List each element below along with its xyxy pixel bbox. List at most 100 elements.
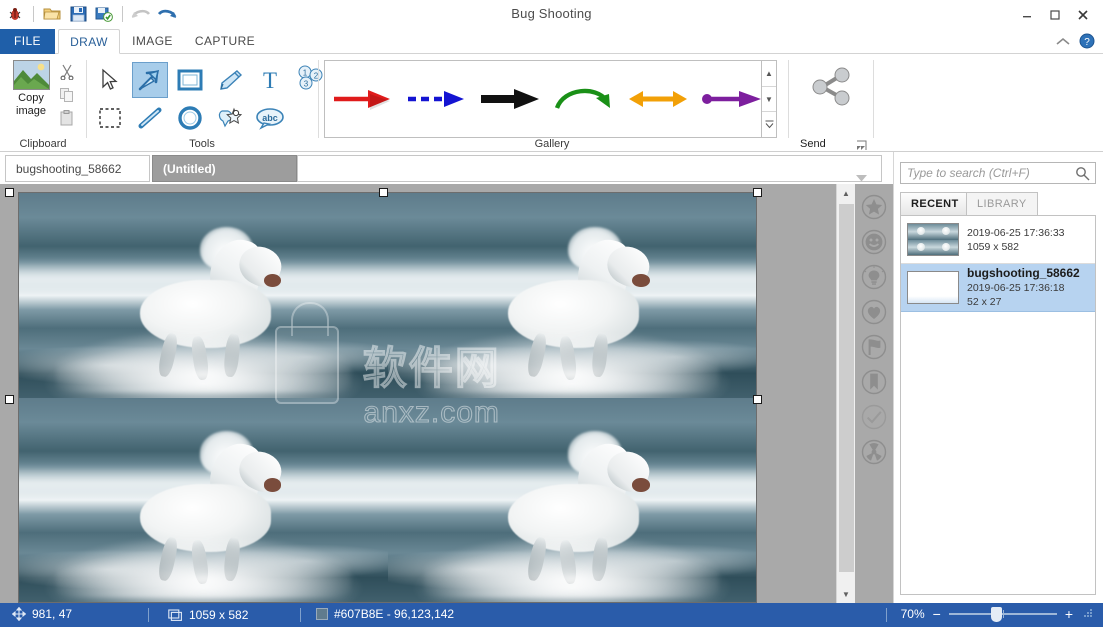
status-divider-1	[148, 608, 149, 622]
document-tab-bar: bugshooting_58662 (Untitled)	[0, 152, 893, 184]
group-gallery: ▲ ▼ Gallery	[324, 54, 780, 152]
gallery-item-green-curved-arrow[interactable]	[547, 69, 621, 129]
tab-library[interactable]: LIBRARY	[966, 192, 1038, 216]
paste-icon[interactable]	[56, 106, 78, 129]
search-input[interactable]: Type to search (Ctrl+F)	[900, 162, 1096, 184]
canvas-area[interactable]: 软件网 anxz.com	[0, 184, 836, 603]
stamp-tool[interactable]	[212, 100, 248, 136]
cursor-tool[interactable]	[92, 62, 128, 98]
gallery-item-purple-dot-arrow[interactable]	[695, 69, 769, 129]
list-item[interactable]: bugshooting_58662 2019-06-25 17:36:18 52…	[901, 264, 1095, 312]
canvas-vertical-scrollbar[interactable]: ▲ ▼	[836, 184, 855, 603]
arrow-tool[interactable]	[132, 62, 168, 98]
image-canvas[interactable]: 软件网 anxz.com	[18, 192, 757, 603]
selection-handle-middle-left[interactable]	[5, 395, 14, 404]
right-panel: Type to search (Ctrl+F) RECENT LIBRARY 2…	[893, 152, 1103, 603]
window-controls	[1013, 4, 1097, 26]
item-timestamp: 2019-06-25 17:36:18	[967, 281, 1080, 295]
sticker-rail	[855, 184, 893, 603]
svg-text:abc: abc	[262, 113, 278, 123]
tab-capture[interactable]: CAPTURE	[186, 29, 264, 54]
numbering-tool[interactable]: 123	[292, 60, 328, 96]
rectangle-tool[interactable]	[172, 62, 208, 98]
gallery-scrollbar[interactable]: ▲ ▼	[761, 61, 776, 137]
gallery-item-red-solid-arrow[interactable]	[325, 69, 399, 129]
group-label-clipboard: Clipboard	[0, 138, 86, 150]
group-label-tools: Tools	[86, 138, 318, 150]
tab-draw[interactable]: DRAW	[58, 29, 120, 54]
select-region-tool[interactable]	[92, 100, 128, 136]
svg-text:?: ?	[1084, 37, 1090, 48]
bookmark-icon[interactable]	[859, 367, 889, 397]
recent-list[interactable]: 2019-06-25 17:36:33 1059 x 582 bugshooti…	[900, 215, 1096, 595]
zoom-out-button[interactable]: −	[933, 607, 941, 621]
radiation-icon[interactable]	[859, 437, 889, 467]
selection-handle-top-left[interactable]	[5, 188, 14, 197]
collapse-ribbon-icon[interactable]	[1055, 35, 1071, 53]
scroll-up-icon[interactable]: ▲	[837, 184, 855, 202]
color-value-text: #607B8E - 96,123,142	[334, 607, 454, 621]
maximize-icon[interactable]	[1041, 4, 1069, 26]
flag-icon[interactable]	[859, 332, 889, 362]
send-label: Send	[800, 138, 826, 150]
svg-text:1: 1	[303, 69, 308, 78]
gallery-scroll-up-icon[interactable]: ▲	[762, 61, 776, 87]
group-label-gallery: Gallery	[324, 138, 780, 150]
zoom-in-button[interactable]: +	[1065, 607, 1073, 621]
gallery-item-black-block-arrow[interactable]	[473, 69, 547, 129]
doc-tab-empty-area	[297, 155, 882, 182]
line-tool[interactable]	[132, 100, 168, 136]
scrollbar-thumb[interactable]	[839, 204, 854, 572]
group-tools: T 123 abc	[86, 54, 318, 152]
selection-handle-top-right[interactable]	[753, 188, 762, 197]
zoom-slider-thumb[interactable]	[991, 607, 1002, 622]
cursor-position-indicator: 981, 47	[12, 607, 72, 621]
gallery-open-icon[interactable]	[762, 112, 776, 137]
item-size: 1059 x 582	[967, 240, 1065, 254]
copy-image-button[interactable]: Copy image	[8, 60, 54, 118]
ellipse-tool[interactable]	[172, 100, 208, 136]
help-icon[interactable]: ?	[1079, 33, 1095, 54]
resize-grip-icon[interactable]	[1081, 607, 1093, 622]
gallery-scroll-down-icon[interactable]: ▼	[762, 87, 776, 113]
doc-tab-untitled[interactable]: (Untitled)	[152, 155, 297, 182]
list-item[interactable]: 2019-06-25 17:36:33 1059 x 582	[901, 216, 1095, 264]
tab-recent[interactable]: RECENT	[900, 192, 970, 216]
image-quadrant-bottom-left	[19, 398, 388, 603]
search-icon[interactable]	[1075, 166, 1090, 186]
image-size-icon	[168, 607, 183, 622]
ribbon-tab-strip: FILE DRAW IMAGE CAPTURE	[0, 29, 1103, 54]
svg-text:T: T	[263, 68, 277, 92]
scroll-down-icon[interactable]: ▼	[837, 585, 855, 603]
dialog-launcher-icon[interactable]	[856, 138, 867, 149]
copy-icon[interactable]	[56, 83, 78, 106]
image-quadrant-top-right	[388, 193, 757, 398]
check-icon[interactable]	[859, 402, 889, 432]
image-quadrant-top-left	[19, 193, 388, 398]
text-tool[interactable]: T	[252, 62, 288, 98]
star-icon[interactable]	[859, 192, 889, 222]
gallery-box: ▲ ▼	[324, 60, 777, 138]
gallery-item-orange-double-arrow[interactable]	[621, 69, 695, 129]
image-size-indicator: 1059 x 582	[168, 607, 248, 622]
copy-image-thumb	[13, 60, 50, 90]
tab-image[interactable]: IMAGE	[125, 29, 180, 54]
gallery-item-blue-dashed-arrow[interactable]	[399, 69, 473, 129]
selection-handle-top-center[interactable]	[379, 188, 388, 197]
zoom-slider[interactable]	[949, 606, 1057, 622]
tab-file[interactable]: FILE	[0, 29, 55, 54]
selection-handle-middle-right[interactable]	[753, 395, 762, 404]
cursor-position-text: 981, 47	[32, 607, 72, 621]
item-name: bugshooting_58662	[967, 266, 1080, 281]
doc-tab-bugshooting[interactable]: bugshooting_58662	[5, 155, 150, 182]
cut-icon[interactable]	[56, 60, 78, 83]
share-icon	[809, 64, 855, 108]
highlighter-tool[interactable]	[212, 62, 248, 98]
smiley-icon[interactable]	[859, 227, 889, 257]
heart-icon[interactable]	[859, 297, 889, 327]
minimize-icon[interactable]	[1013, 4, 1041, 26]
close-icon[interactable]	[1069, 4, 1097, 26]
send-button[interactable]	[806, 64, 858, 108]
callout-tool[interactable]: abc	[252, 100, 288, 136]
lightbulb-icon[interactable]	[859, 262, 889, 292]
